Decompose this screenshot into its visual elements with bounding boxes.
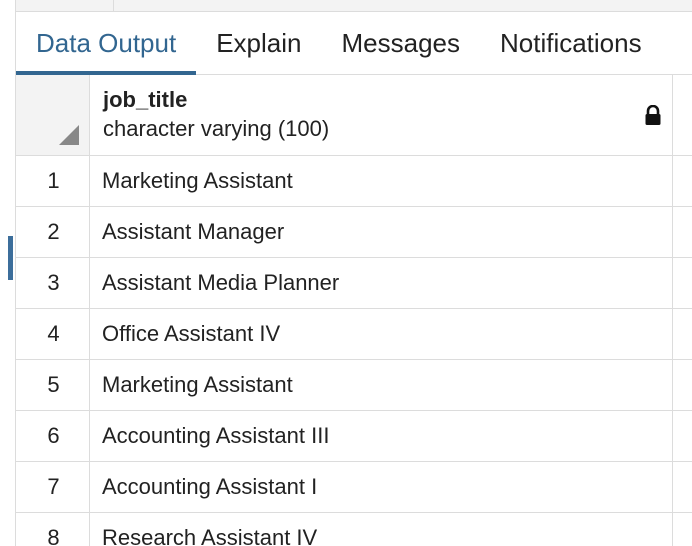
cell-job-title[interactable]: Assistant Media Planner [90, 258, 673, 308]
results-tabbar: Data Output Explain Messages Notificatio… [16, 12, 692, 75]
tab-data-output[interactable]: Data Output [16, 12, 197, 75]
lock-icon [645, 105, 661, 125]
tab-messages[interactable]: Messages [321, 12, 480, 74]
header-filler [673, 75, 692, 155]
column-header-job-title[interactable]: job_title character varying (100) [90, 75, 673, 155]
cell-job-title[interactable]: Marketing Assistant [90, 156, 673, 206]
cell-job-title[interactable]: Assistant Manager [90, 207, 673, 257]
cell-job-title[interactable]: Marketing Assistant [90, 360, 673, 410]
row-number[interactable]: 2 [16, 207, 90, 257]
row-number[interactable]: 7 [16, 462, 90, 512]
table-row: 2 Assistant Manager [16, 207, 692, 258]
row-number[interactable]: 6 [16, 411, 90, 461]
select-all-corner[interactable] [16, 75, 90, 155]
column-type: character varying (100) [103, 116, 330, 141]
table-row: 1 Marketing Assistant [16, 156, 692, 207]
cell-job-title[interactable]: Accounting Assistant I [90, 462, 673, 512]
top-strip-divider [113, 0, 114, 11]
row-number[interactable]: 4 [16, 309, 90, 359]
panel-resize-handle[interactable] [8, 236, 13, 280]
row-number[interactable]: 1 [16, 156, 90, 206]
tab-notifications[interactable]: Notifications [480, 12, 662, 74]
grid-header-row: job_title character varying (100) [16, 75, 692, 156]
table-row: 6 Accounting Assistant III [16, 411, 692, 462]
column-name: job_title [103, 87, 188, 112]
row-number[interactable]: 5 [16, 360, 90, 410]
table-row: 8 Research Assistant IV [16, 513, 692, 546]
table-row: 5 Marketing Assistant [16, 360, 692, 411]
row-number[interactable]: 8 [16, 513, 90, 546]
select-all-triangle-icon [59, 125, 79, 145]
table-row: 7 Accounting Assistant I [16, 462, 692, 513]
top-strip [16, 0, 692, 12]
cell-job-title[interactable]: Office Assistant IV [90, 309, 673, 359]
cell-job-title[interactable]: Accounting Assistant III [90, 411, 673, 461]
data-grid: job_title character varying (100) 1 Mark… [16, 75, 692, 546]
query-results-panel: Data Output Explain Messages Notificatio… [0, 0, 692, 546]
cell-job-title[interactable]: Research Assistant IV [90, 513, 673, 546]
row-number[interactable]: 3 [16, 258, 90, 308]
table-row: 3 Assistant Media Planner [16, 258, 692, 309]
tab-explain[interactable]: Explain [196, 12, 321, 74]
table-row: 4 Office Assistant IV [16, 309, 692, 360]
